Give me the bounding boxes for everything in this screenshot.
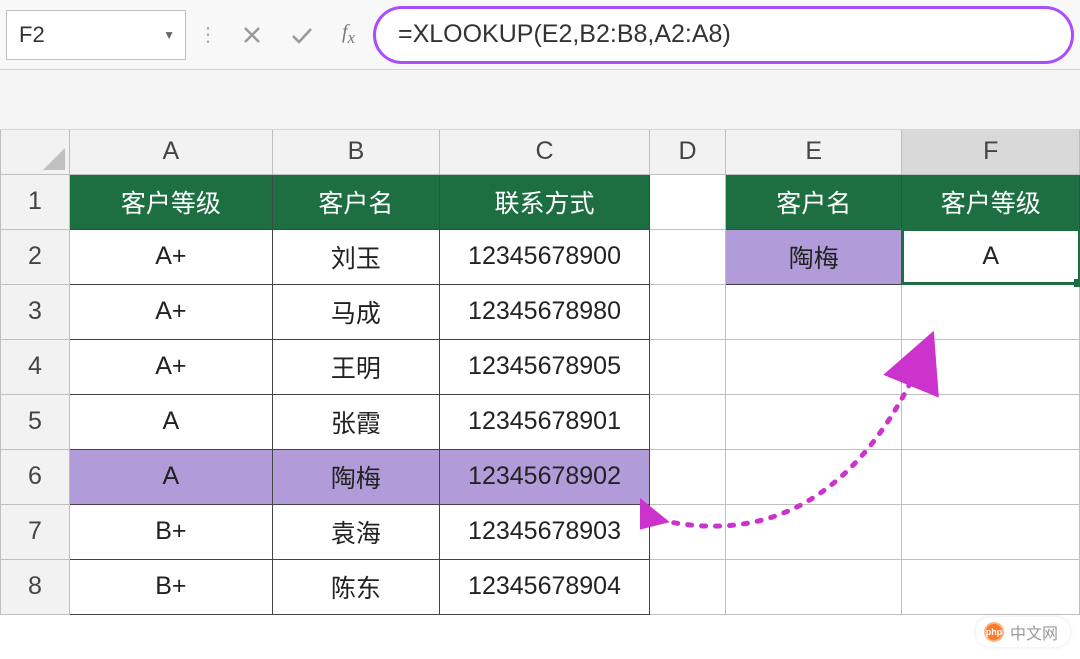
row-header-4[interactable]: 4 (1, 339, 70, 394)
cell-B3[interactable]: 马成 (272, 284, 439, 339)
cell-A8[interactable]: B+ (69, 559, 272, 614)
cell-C2[interactable]: 12345678900 (440, 229, 650, 284)
row-header-3[interactable]: 3 (1, 284, 70, 339)
cell-C5[interactable]: 12345678901 (440, 394, 650, 449)
formula-input[interactable]: =XLOOKUP(E2,B2:B8,A2:A8) (373, 6, 1074, 64)
cell-F2[interactable]: A (902, 229, 1080, 284)
cell-D2[interactable] (649, 229, 725, 284)
cell-E3[interactable] (726, 284, 902, 339)
col-header-C[interactable]: C (440, 130, 650, 174)
cell-F5[interactable] (902, 394, 1080, 449)
cell-D3[interactable] (649, 284, 725, 339)
cell-D7[interactable] (649, 504, 725, 559)
cell-C7[interactable]: 12345678903 (440, 504, 650, 559)
cell-F3[interactable] (902, 284, 1080, 339)
cell-B7[interactable]: 袁海 (272, 504, 439, 559)
col-header-F[interactable]: F (902, 130, 1080, 174)
cell-A4[interactable]: A+ (69, 339, 272, 394)
watermark-text: 中文网 (1010, 620, 1058, 644)
row-header-5[interactable]: 5 (1, 394, 70, 449)
row-header-2[interactable]: 2 (1, 229, 70, 284)
cell-A5[interactable]: A (69, 394, 272, 449)
fx-icon[interactable]: fx (342, 21, 355, 48)
cell-E7[interactable] (726, 504, 902, 559)
row-header-8[interactable]: 8 (1, 559, 70, 614)
cell-B8[interactable]: 陈东 (272, 559, 439, 614)
cell-F6[interactable] (902, 449, 1080, 504)
watermark-logo-icon (984, 622, 1004, 642)
dropdown-icon[interactable]: ▼ (163, 28, 175, 42)
col-header-A[interactable]: A (69, 130, 272, 174)
cell-F4[interactable] (902, 339, 1080, 394)
cell-B5[interactable]: 张霞 (272, 394, 439, 449)
formula-bar: F2 ▼ ⋮ fx =XLOOKUP(E2,B2:B8,A2:A8) (0, 0, 1080, 70)
cell-D4[interactable] (649, 339, 725, 394)
cell-E8[interactable] (726, 559, 902, 614)
cell-E4[interactable] (726, 339, 902, 394)
cell-B6[interactable]: 陶梅 (272, 449, 439, 504)
cell-B2[interactable]: 刘玉 (272, 229, 439, 284)
cell-A7[interactable]: B+ (69, 504, 272, 559)
cell-C3[interactable]: 12345678980 (440, 284, 650, 339)
cell-E2[interactable]: 陶梅 (726, 229, 902, 284)
cell-D8[interactable] (649, 559, 725, 614)
cell-C1[interactable]: 联系方式 (440, 174, 650, 229)
col-header-E[interactable]: E (726, 130, 902, 174)
cell-D1[interactable] (649, 174, 725, 229)
cell-A3[interactable]: A+ (69, 284, 272, 339)
cell-E6[interactable] (726, 449, 902, 504)
cell-F8[interactable] (902, 559, 1080, 614)
cancel-icon[interactable] (242, 25, 262, 45)
sheet-table[interactable]: A B C D E F 1 客户等级 客户名 联系方式 客户名 客户等级 2 A… (0, 130, 1080, 615)
cell-D6[interactable] (649, 449, 725, 504)
cell-F1[interactable]: 客户等级 (902, 174, 1080, 229)
row-header-7[interactable]: 7 (1, 504, 70, 559)
toolbar-gap (0, 70, 1080, 130)
cell-B4[interactable]: 王明 (272, 339, 439, 394)
spreadsheet-grid: A B C D E F 1 客户等级 客户名 联系方式 客户名 客户等级 2 A… (0, 130, 1080, 615)
cell-E5[interactable] (726, 394, 902, 449)
formula-text: =XLOOKUP(E2,B2:B8,A2:A8) (398, 20, 731, 49)
confirm-icon[interactable] (290, 25, 314, 45)
cell-E1[interactable]: 客户名 (726, 174, 902, 229)
name-box[interactable]: F2 ▼ (6, 10, 186, 60)
col-header-D[interactable]: D (649, 130, 725, 174)
cell-C6[interactable]: 12345678902 (440, 449, 650, 504)
cell-F7[interactable] (902, 504, 1080, 559)
watermark: 中文网 (976, 617, 1070, 647)
cell-B1[interactable]: 客户名 (272, 174, 439, 229)
cell-A2[interactable]: A+ (69, 229, 272, 284)
cell-A6[interactable]: A (69, 449, 272, 504)
cell-C4[interactable]: 12345678905 (440, 339, 650, 394)
cell-A1[interactable]: 客户等级 (69, 174, 272, 229)
row-header-1[interactable]: 1 (1, 174, 70, 229)
cell-D5[interactable] (649, 394, 725, 449)
separator-icon: ⋮ (198, 22, 218, 47)
cell-reference: F2 (19, 22, 45, 48)
col-header-B[interactable]: B (272, 130, 439, 174)
cell-C8[interactable]: 12345678904 (440, 559, 650, 614)
select-all-corner[interactable] (1, 130, 70, 174)
row-header-6[interactable]: 6 (1, 449, 70, 504)
